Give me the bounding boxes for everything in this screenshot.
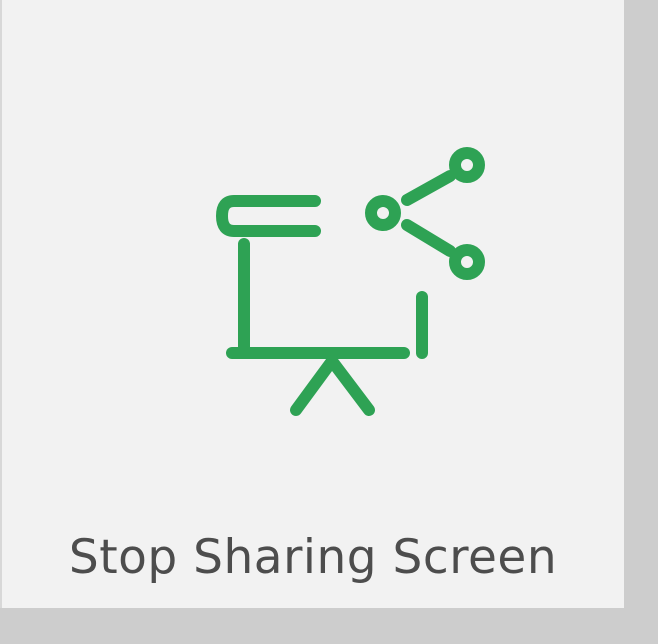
stop-sharing-screen-icon — [216, 147, 485, 416]
stop-sharing-screen-button[interactable]: Stop Sharing Screen — [0, 0, 624, 608]
stop-sharing-screen-label: Stop Sharing Screen — [68, 530, 558, 585]
